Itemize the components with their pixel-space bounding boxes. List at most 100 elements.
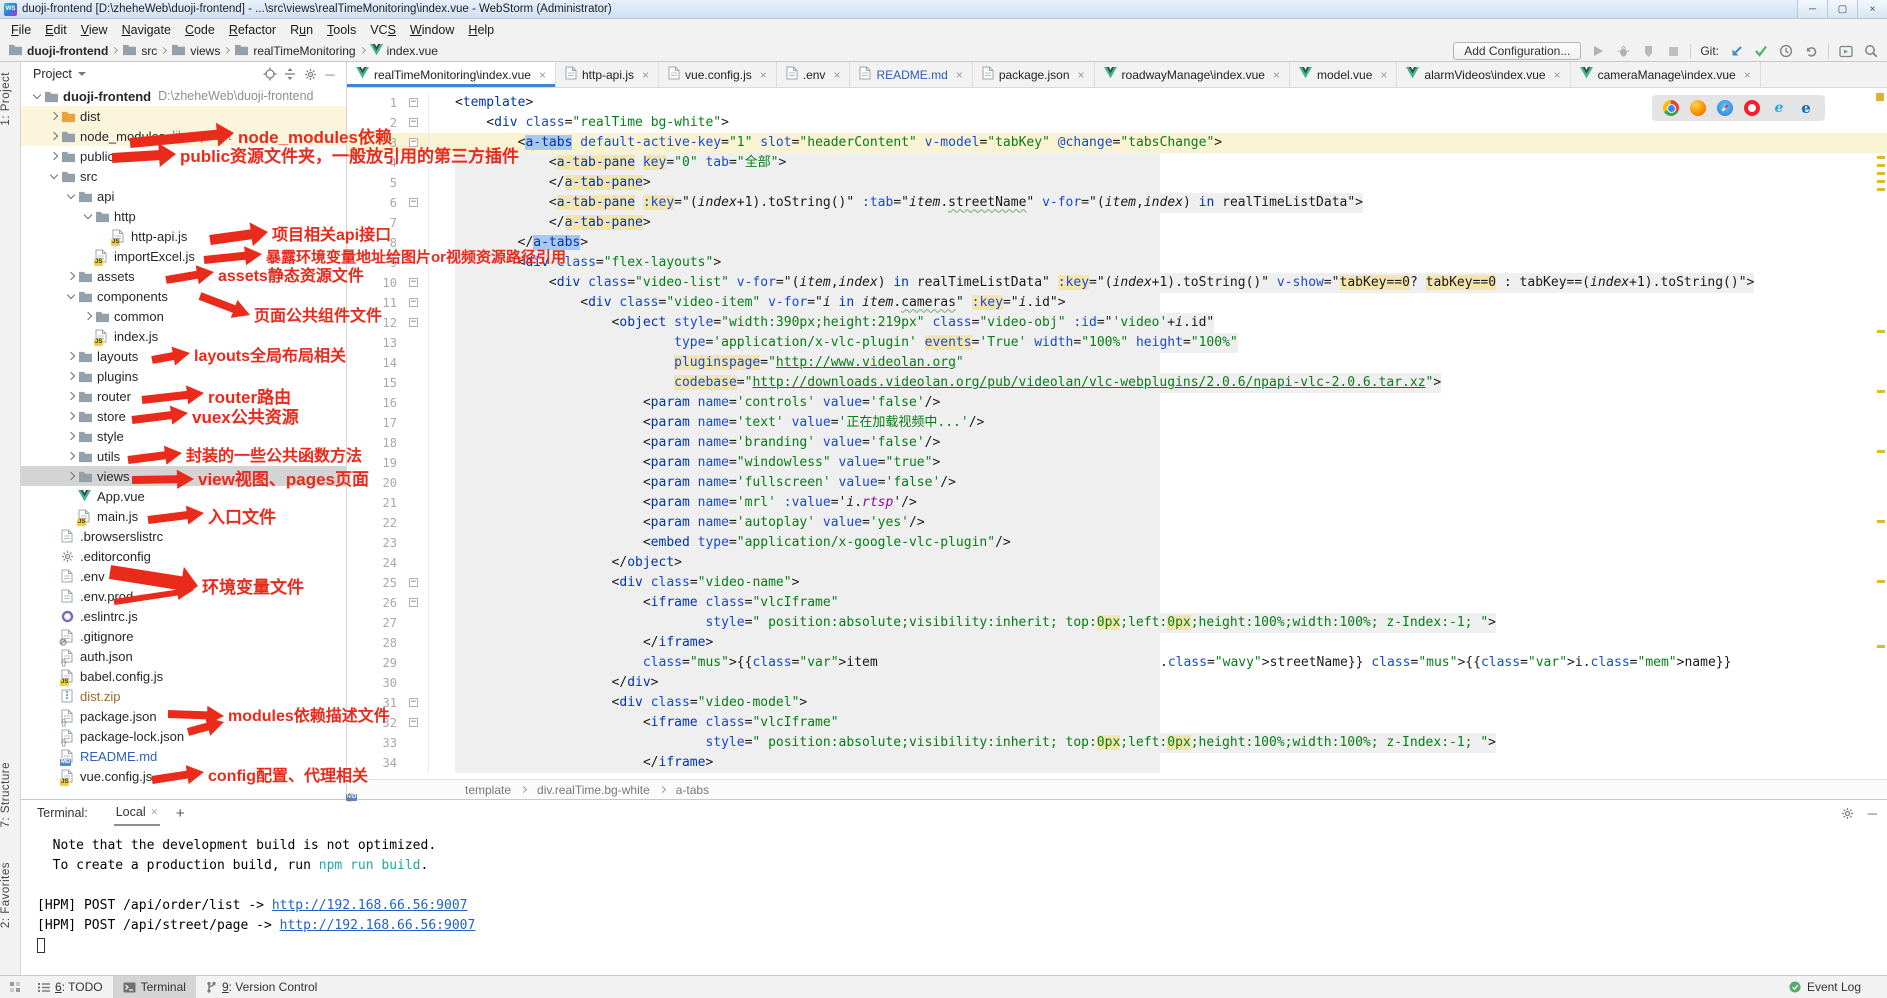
- code-line-33[interactable]: 33 style=" position:absolute;visibility:…: [347, 733, 1887, 753]
- warning-stripe-mark[interactable]: [1877, 188, 1885, 191]
- tree-item-dist[interactable]: dist: [21, 106, 346, 126]
- minimize-button[interactable]: ─: [1797, 0, 1827, 18]
- chevron-expanded-icon[interactable]: [65, 290, 78, 303]
- chevron-collapsed-icon[interactable]: [65, 470, 78, 483]
- menu-file[interactable]: File: [4, 21, 38, 39]
- new-terminal-button[interactable]: +: [176, 805, 185, 822]
- tree-item-node-modules[interactable]: node_moduleslibrary root: [21, 126, 346, 146]
- warning-stripe-mark[interactable]: [1877, 520, 1885, 523]
- tree-item-src[interactable]: src: [21, 166, 346, 186]
- warning-stripe-mark[interactable]: [1877, 330, 1885, 333]
- code-line-10[interactable]: 10− <div class="video-list" v-for="(item…: [347, 273, 1887, 293]
- search-everywhere-icon[interactable]: [1863, 43, 1879, 59]
- safari-browser-icon[interactable]: [1717, 100, 1733, 116]
- editor-tab-alarmvideos-index-vue[interactable]: alarmVideos\index.vue×: [1397, 62, 1570, 87]
- code-line-8[interactable]: 8 </a-tabs>: [347, 233, 1887, 253]
- code-line-3[interactable]: 3− <a-tabs default-active-key="1" slot="…: [347, 133, 1887, 153]
- edge-browser-icon[interactable]: e: [1798, 100, 1814, 116]
- statusbar-6-todo[interactable]: 6: TODO: [28, 976, 113, 998]
- chevron-expanded-icon[interactable]: [82, 210, 95, 223]
- close-icon[interactable]: ×: [1380, 68, 1387, 82]
- code-line-11[interactable]: 11− <div class="video-item" v-for="i in …: [347, 293, 1887, 313]
- tree-item-package-lock-json[interactable]: {}package-lock.json: [21, 726, 346, 746]
- close-button[interactable]: ×: [1857, 0, 1887, 18]
- close-icon[interactable]: ×: [539, 68, 546, 82]
- close-icon[interactable]: ×: [1554, 68, 1561, 82]
- tree-item-env-prod[interactable]: .env.prod: [21, 586, 346, 606]
- run-anything-icon[interactable]: [1838, 43, 1854, 59]
- tool-strip-project[interactable]: 1: Project: [0, 72, 21, 126]
- tree-item-assets[interactable]: assets: [21, 266, 346, 286]
- code-line-21[interactable]: 21 <param name='mrl' :value='i.rtsp'/>: [347, 493, 1887, 513]
- close-icon[interactable]: ×: [151, 805, 158, 819]
- menu-navigate[interactable]: Navigate: [115, 21, 178, 39]
- tree-item-views[interactable]: views: [21, 466, 346, 486]
- tree-item-index-js[interactable]: JSindex.js: [21, 326, 346, 346]
- settings-gear-icon[interactable]: [302, 66, 318, 82]
- stop-icon[interactable]: [1665, 43, 1681, 59]
- chevron-collapsed-icon[interactable]: [65, 370, 78, 383]
- chevron-expanded-icon[interactable]: [48, 170, 61, 183]
- code-line-7[interactable]: 7 </a-tab-pane>: [347, 213, 1887, 233]
- ie-browser-icon[interactable]: e: [1771, 100, 1787, 116]
- warning-stripe-mark[interactable]: [1877, 180, 1885, 183]
- editor-tab-cameramanage-index-vue[interactable]: cameraManage\index.vue×: [1571, 62, 1761, 87]
- menu-tools[interactable]: Tools: [320, 21, 363, 39]
- editor-tab-vue-config-js[interactable]: JSvue.config.js×: [659, 62, 777, 87]
- fold-marker-icon[interactable]: −: [409, 118, 418, 127]
- hide-terminal-icon[interactable]: ─: [1868, 806, 1877, 821]
- code-line-32[interactable]: 32− <iframe class="vlcIframe": [347, 713, 1887, 733]
- maximize-button[interactable]: ▢: [1827, 0, 1857, 18]
- chevron-collapsed-icon[interactable]: [65, 390, 78, 403]
- menu-edit[interactable]: Edit: [38, 21, 74, 39]
- warning-stripe-mark[interactable]: [1877, 580, 1885, 583]
- code-line-6[interactable]: 6− <a-tab-pane :key="(index+1).toString(…: [347, 193, 1887, 213]
- code-line-18[interactable]: 18 <param name='branding' value='false'/…: [347, 433, 1887, 453]
- code-line-5[interactable]: 5 </a-tab-pane>: [347, 173, 1887, 193]
- terminal-prompt[interactable]: [37, 936, 1887, 956]
- tool-strip-structure[interactable]: 7: Structure: [0, 762, 21, 827]
- breadcrumb-item-duoji-frontend[interactable]: duoji-frontend: [8, 43, 108, 59]
- code-editor[interactable]: 1−<template>2− <div class="realTime bg-w…: [347, 88, 1887, 779]
- fold-marker-icon[interactable]: −: [409, 138, 418, 147]
- chevron-collapsed-icon[interactable]: [48, 130, 61, 143]
- tree-item-editorconfig[interactable]: .editorconfig: [21, 546, 346, 566]
- collapse-all-icon[interactable]: [282, 66, 298, 82]
- tool-window-switcher-icon[interactable]: [8, 980, 22, 994]
- code-line-23[interactable]: 23 <embed type="application/x-google-vlc…: [347, 533, 1887, 553]
- editor-tab-http-api-js[interactable]: JShttp-api.js×: [556, 62, 659, 87]
- tree-item-http[interactable]: http: [21, 206, 346, 226]
- fold-marker-icon[interactable]: −: [409, 598, 418, 607]
- tree-item-babel-config-js[interactable]: JSbabel.config.js: [21, 666, 346, 686]
- fold-marker-icon[interactable]: −: [409, 578, 418, 587]
- run-icon[interactable]: [1590, 43, 1606, 59]
- code-line-34[interactable]: 34 </iframe>: [347, 753, 1887, 773]
- terminal-link[interactable]: http://192.168.66.56:9007: [272, 898, 468, 913]
- code-breadcrumb-a-tabs[interactable]: a-tabs: [676, 783, 709, 797]
- statusbar-terminal[interactable]: Terminal: [113, 976, 196, 998]
- editor-tab-model-vue[interactable]: model.vue×: [1290, 62, 1397, 87]
- close-icon[interactable]: ×: [1273, 68, 1280, 82]
- close-icon[interactable]: ×: [1744, 68, 1751, 82]
- tool-strip-favorites[interactable]: 2: Favorites: [0, 862, 21, 928]
- chevron-collapsed-icon[interactable]: [48, 110, 61, 123]
- code-line-25[interactable]: 25− <div class="video-name">: [347, 573, 1887, 593]
- chevron-collapsed-icon[interactable]: [65, 450, 78, 463]
- opera-browser-icon[interactable]: [1744, 100, 1760, 116]
- code-line-20[interactable]: 20 <param name='fullscreen' value='false…: [347, 473, 1887, 493]
- tree-item-public[interactable]: public: [21, 146, 346, 166]
- code-line-31[interactable]: 31− <div class="video-model">: [347, 693, 1887, 713]
- code-line-22[interactable]: 22 <param name='autoplay' value='yes'/>: [347, 513, 1887, 533]
- tree-item-style[interactable]: style: [21, 426, 346, 446]
- chevron-expanded-icon[interactable]: [31, 90, 44, 103]
- tree-item-layouts[interactable]: layouts: [21, 346, 346, 366]
- code-line-27[interactable]: 27 style=" position:absolute;visibility:…: [347, 613, 1887, 633]
- code-line-17[interactable]: 17 <param name='text' value='正在加载视频中...'…: [347, 413, 1887, 433]
- editor-tab-package-json[interactable]: {}package.json×: [973, 62, 1095, 87]
- tree-item-vue-config-js[interactable]: JSvue.config.js: [21, 766, 346, 786]
- git-update-icon[interactable]: [1728, 43, 1744, 59]
- menu-run[interactable]: Run: [283, 21, 320, 39]
- editor-tab-roadwaymanage-index-vue[interactable]: roadwayManage\index.vue×: [1095, 62, 1290, 87]
- chevron-expanded-icon[interactable]: [65, 190, 78, 203]
- warning-stripe-mark[interactable]: [1877, 645, 1885, 648]
